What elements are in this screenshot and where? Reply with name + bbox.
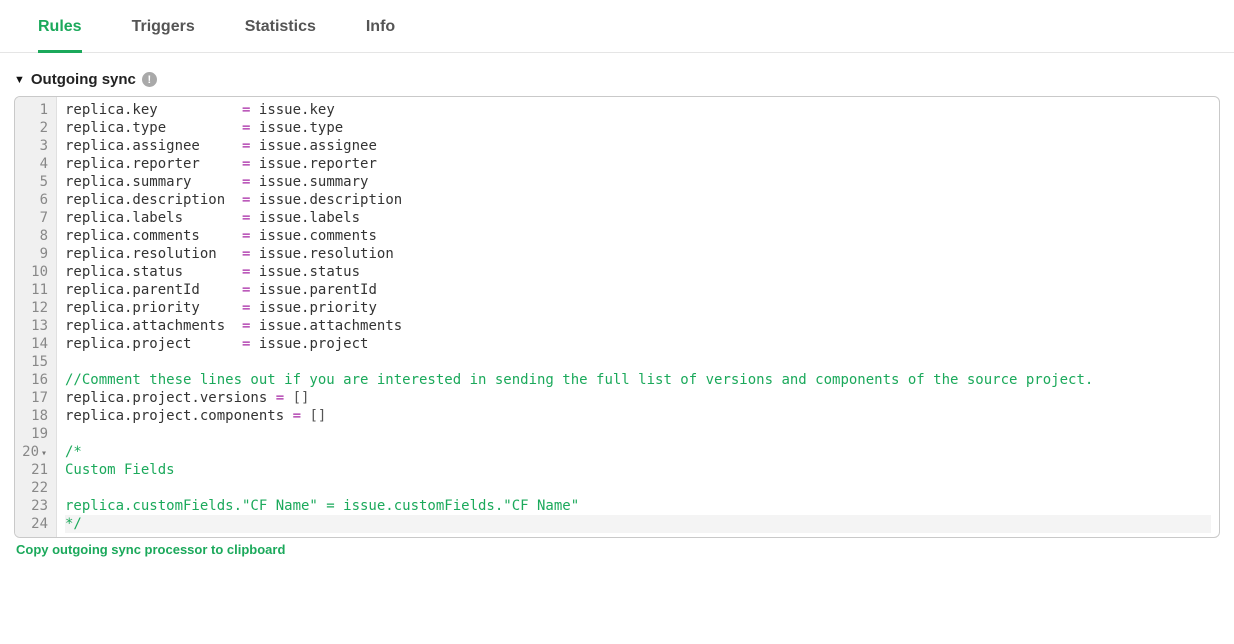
tab-bar: Rules Triggers Statistics Info bbox=[0, 0, 1234, 53]
caret-down-icon: ▼ bbox=[14, 74, 25, 86]
copy-outgoing-link[interactable]: Copy outgoing sync processor to clipboar… bbox=[10, 538, 1224, 567]
section-title: Outgoing sync bbox=[31, 71, 136, 88]
tab-triggers[interactable]: Triggers bbox=[132, 18, 195, 53]
code-editor[interactable]: 1234567891011121314151617181920▾21222324… bbox=[14, 96, 1220, 538]
tab-rules[interactable]: Rules bbox=[38, 18, 82, 53]
info-icon[interactable]: ! bbox=[142, 72, 157, 87]
code-area[interactable]: replica.key = issue.keyreplica.type = is… bbox=[57, 97, 1219, 537]
tab-info[interactable]: Info bbox=[366, 18, 395, 53]
line-gutter: 1234567891011121314151617181920▾21222324 bbox=[15, 97, 57, 537]
outgoing-sync-toggle[interactable]: ▼ Outgoing sync ! bbox=[10, 71, 1224, 88]
outgoing-sync-section: ▼ Outgoing sync ! 1234567891011121314151… bbox=[0, 53, 1234, 567]
tab-statistics[interactable]: Statistics bbox=[245, 18, 316, 53]
